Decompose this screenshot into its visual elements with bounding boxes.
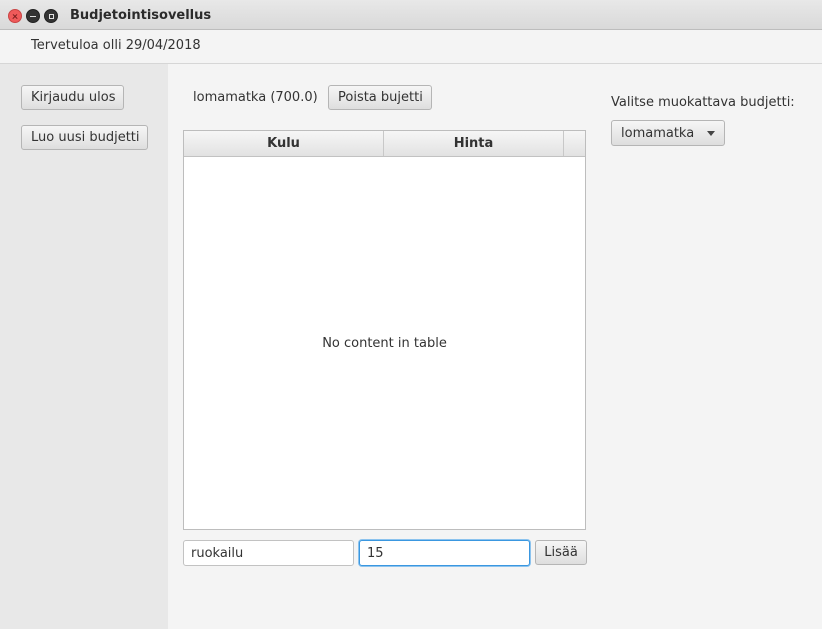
budget-select-value: lomamatka	[621, 126, 695, 141]
app-window: Budjetointisovellus Tervetuloa olli 29/0…	[0, 0, 822, 629]
expense-name-input[interactable]	[183, 540, 354, 566]
delete-budget-button[interactable]: Poista bujetti	[328, 85, 432, 110]
title-bar[interactable]: Budjetointisovellus	[0, 0, 822, 30]
window-title: Budjetointisovellus	[70, 8, 212, 23]
column-header-kulu[interactable]: Kulu	[184, 131, 384, 156]
welcome-text: Tervetuloa olli 29/04/2018	[31, 38, 201, 53]
logout-button[interactable]: Kirjaudu ulos	[21, 85, 124, 110]
minimize-window-icon[interactable]	[26, 9, 40, 23]
close-window-icon[interactable]	[8, 9, 22, 23]
current-budget-label: lomamatka (700.0)	[193, 90, 318, 105]
table-empty-placeholder: No content in table	[322, 336, 447, 351]
maximize-window-icon[interactable]	[44, 9, 58, 23]
column-header-filler	[564, 131, 585, 156]
expense-price-input[interactable]	[359, 540, 530, 566]
budget-select[interactable]: lomamatka	[611, 120, 725, 146]
column-header-hinta[interactable]: Hinta	[384, 131, 564, 156]
welcome-header: Tervetuloa olli 29/04/2018	[0, 30, 822, 64]
expense-table[interactable]: Kulu Hinta No content in table	[183, 130, 586, 530]
table-header: Kulu Hinta	[184, 131, 585, 157]
budget-select-label: Valitse muokattava budjetti:	[611, 95, 795, 110]
dropdown-arrow-icon	[707, 131, 715, 136]
new-budget-button[interactable]: Luo uusi budjetti	[21, 125, 148, 150]
add-expense-button[interactable]: Lisää	[535, 540, 587, 565]
